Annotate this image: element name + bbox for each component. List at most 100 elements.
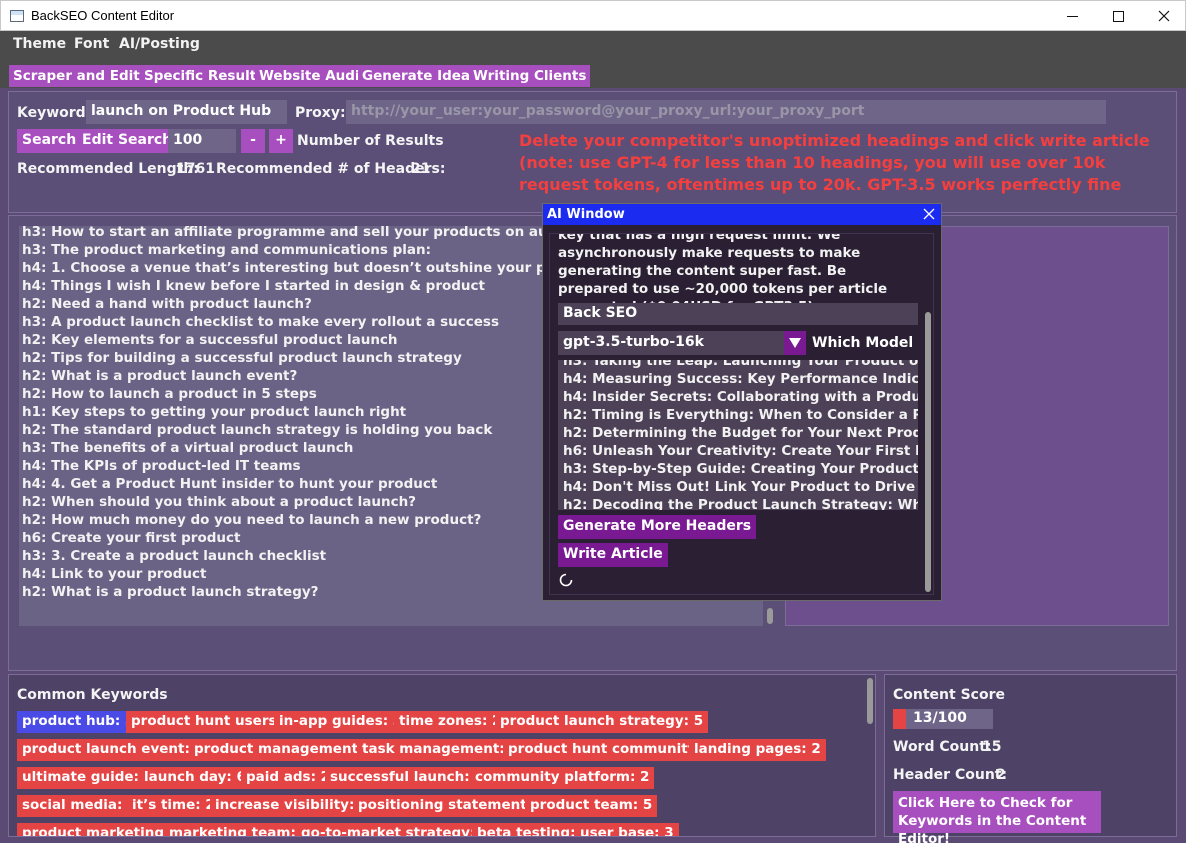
content-score-value: 13/100 (913, 710, 967, 726)
keyword-tag[interactable]: social media: 6 (17, 795, 142, 817)
menu-theme[interactable]: Theme (13, 36, 66, 52)
title-bar: BackSEO Content Editor (0, 0, 1186, 31)
editor-line: h2: What is a product launch event? (22, 368, 298, 384)
editor-line: h2: How to launch a product in 5 steps (22, 386, 317, 402)
editor-line: h2: Key elements for a successful produc… (22, 332, 398, 348)
ai-window-close-button[interactable] (921, 206, 937, 222)
keyword-tag[interactable]: product team: 5 (525, 795, 658, 817)
ai-window-content: key that has a high request limit. We as… (549, 233, 934, 595)
editor-line: h2: Tips for building a successful produ… (22, 350, 462, 366)
keyword-tag[interactable]: landing pages: 2 (689, 739, 826, 761)
recommended-length-label: Recommended Length: (17, 161, 199, 177)
ai-text-input[interactable]: Back SEO (558, 303, 918, 325)
generated-header-line: h6: Unleash Your Creativity: Create Your… (563, 443, 918, 459)
ai-window: AI Window key that has a high request li… (542, 203, 942, 601)
keyword-tag[interactable]: product hub: 3 (17, 711, 140, 733)
editor-line: h3: 3. Create a product launch checklist (22, 548, 327, 564)
maximize-button[interactable] (1095, 1, 1141, 31)
ai-window-title-bar: AI Window (543, 204, 941, 225)
keyword-tag[interactable]: launch day: 6 (139, 767, 251, 789)
tab-website-audit[interactable]: Website Audit (255, 65, 371, 87)
keyword-tag[interactable]: time zones: 2 (394, 711, 507, 733)
search-controls: Keyword: launch on Product Hub Proxy: ht… (8, 91, 1177, 213)
editor-lines: h3: How to start an affiliate programme … (22, 226, 604, 602)
tab-writing-clients[interactable]: Writing Clients (469, 65, 591, 87)
tab-bar: Scraper and Editor Specific Results Webs… (0, 58, 1186, 88)
keyword-tag[interactable]: positioning statement: 3 (353, 795, 552, 817)
keyword-tag[interactable]: paid ads: 2 (241, 767, 336, 789)
generated-headers-lines: h3: Taking the Leap: Launching Your Prod… (563, 360, 918, 510)
keyword-tag[interactable]: product marketing: 6 (17, 823, 189, 836)
generated-header-line: h4: Don't Miss Out! Link Your Product to… (563, 479, 918, 495)
content-score-panel: Content Score 13/100 Word Count: 15 Head… (884, 674, 1177, 843)
ai-window-title: AI Window (547, 207, 625, 222)
editor-line: h4: 4. Get a Product Hunt insider to hun… (22, 476, 438, 492)
close-button[interactable] (1141, 1, 1186, 31)
keyword-tag[interactable]: task management: 3 (357, 739, 524, 761)
decrement-button[interactable]: - (241, 129, 265, 153)
generated-header-line: h4: Insider Secrets: Collaborating with … (563, 389, 918, 405)
generated-header-line: h2: Timing is Everything: When to Consid… (563, 407, 918, 423)
minimize-icon (1066, 15, 1078, 17)
generated-header-line: h3: Step-by-Step Guide: Creating Your Pr… (563, 461, 918, 477)
tab-specific-results[interactable]: Specific Results (140, 65, 269, 87)
keyword-tag[interactable]: product management: 6 (189, 739, 383, 761)
editor-line: h2: What is a product launch strategy? (22, 584, 319, 600)
keyword-tag[interactable]: ultimate guide: 2 (17, 767, 159, 789)
proxy-input[interactable]: http://your_user:your_password@your_prox… (346, 100, 1106, 124)
generate-more-headers-button[interactable]: Generate More Headers (558, 515, 757, 539)
editor-line: h2: How much money do you need to launch… (22, 512, 482, 528)
ai-window-scrollbar[interactable] (923, 234, 933, 594)
model-dropdown-button[interactable] (784, 331, 806, 355)
generated-header-line: h4: Measuring Success: Key Performance I… (563, 371, 918, 387)
recommended-headers-value: 21 (411, 161, 431, 177)
header-count-value: 2 (996, 767, 1006, 783)
check-keywords-button[interactable]: Click Here to Check for Keywords in the … (893, 791, 1101, 843)
editor-line: h2: The standard product launch strategy… (22, 422, 493, 438)
ai-scroll-thumb[interactable] (925, 312, 931, 592)
keyword-tag[interactable]: go-to-market strategy: 4 (296, 823, 495, 836)
word-count-label: Word Count: (893, 739, 992, 755)
keyword-input[interactable]: launch on Product Hub (86, 100, 287, 124)
write-article-button[interactable]: Write Article (558, 543, 668, 567)
triangle-down-icon (789, 338, 801, 348)
results-count-label: Number of Results (297, 133, 444, 149)
edit-search-button[interactable]: Edit Search (77, 129, 178, 153)
search-button[interactable]: Search (17, 129, 82, 153)
loading-spinner-icon (559, 573, 573, 587)
editor-scroll-thumb[interactable] (767, 608, 773, 624)
generated-header-line: h3: Taking the Leap: Launching Your Prod… (563, 360, 918, 369)
model-label: Which Model (812, 335, 914, 351)
results-count-input[interactable]: 100 (168, 129, 236, 153)
tab-generate-ideas[interactable]: Generate Ideas (358, 65, 483, 87)
keyword-tag[interactable]: successful launch: 4 (325, 767, 489, 789)
menu-ai-posting[interactable]: AI/Posting (119, 36, 200, 52)
editor-line: h1: Key steps to getting your product la… (22, 404, 407, 420)
model-select[interactable]: gpt-3.5-turbo-16k (558, 331, 784, 355)
keywords-scrollbar[interactable] (864, 675, 875, 836)
keyword-tag[interactable]: product launch strategy: 5 (495, 711, 709, 733)
keyword-label: Keyword: (17, 105, 92, 121)
content-score-title: Content Score (893, 687, 1005, 703)
keywords-scroll-thumb[interactable] (867, 678, 873, 724)
generated-headers-list[interactable]: h3: Taking the Leap: Launching Your Prod… (558, 360, 918, 510)
tab-scraper-and-editor[interactable]: Scraper and Editor (9, 65, 160, 87)
keyword-tag[interactable]: increase visibility: 2 (210, 795, 374, 817)
proxy-label: Proxy: (295, 105, 346, 121)
keyword-tag[interactable]: community platform: 2 (470, 767, 655, 789)
minimize-button[interactable] (1049, 1, 1095, 31)
increment-button[interactable]: + (269, 129, 293, 153)
keyword-tag[interactable]: user base: 3 (575, 823, 679, 836)
menu-font[interactable]: Font (74, 36, 109, 52)
editor-line: h4: 1. Choose a venue that’s interesting… (22, 260, 596, 276)
editor-line: h3: The benefits of a virtual product la… (22, 440, 354, 456)
editor-line: h3: The product marketing and communicat… (22, 242, 432, 258)
header-count-label: Header Count: (893, 767, 1008, 783)
editor-line: h4: Link to your product (22, 566, 207, 582)
close-icon (1158, 10, 1170, 22)
keyword-tag[interactable]: it’s time: 2 (127, 795, 220, 817)
word-count-value: 15 (982, 739, 1002, 755)
editor-line: h4: The KPIs of product-led IT teams (22, 458, 301, 474)
keyword-tag[interactable]: in-app guides: 3 (274, 711, 408, 733)
keyword-tag[interactable]: marketing team: 2 (164, 823, 315, 836)
